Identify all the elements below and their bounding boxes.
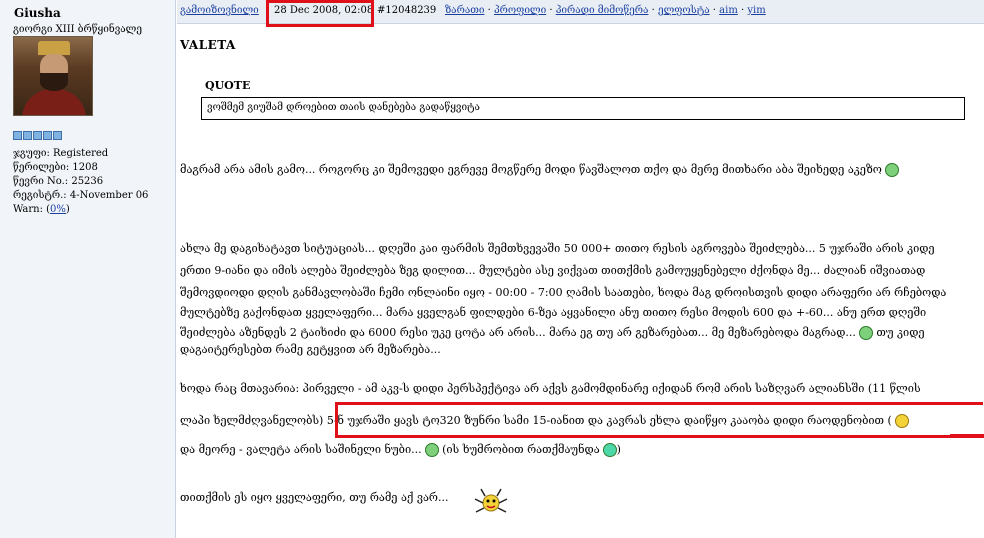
bug-smiley-icon <box>474 488 508 513</box>
author-stats: ჯგუფი: Registered წერილები: 1208 წევრი N… <box>13 147 148 217</box>
quote-box: ვოშმემ გიუშამ დროებით თაის დანებება გადა… <box>201 97 965 120</box>
post-para-line: შემოვდიოდი დღის განმავლობაში ჩემი ონლაინ… <box>180 286 947 299</box>
post-title: VALETA <box>180 38 236 52</box>
post-line-b2-start: ლაპი ხელმძღვანელობს) <box>180 414 324 427</box>
rating-pip <box>23 131 32 140</box>
rating-pip <box>53 131 62 140</box>
smile-icon <box>884 163 899 177</box>
warn-suffix: ) <box>65 204 70 215</box>
rating-pips <box>13 131 62 140</box>
author-registered: რეგისტრ.: 4-November 06 <box>13 190 149 201</box>
private-message-link[interactable]: პირადი მიმოწერა <box>556 5 649 16</box>
post-para-tail: თუ კიდე <box>876 326 925 339</box>
aim-link[interactable]: aim <box>719 5 738 16</box>
author-profile-panel: Giusha გიორგი XIII ბრწყინვალე ჯგუფი: Reg… <box>0 0 176 538</box>
rating-pip <box>13 131 22 140</box>
post-line-1: მაგრამ არა ამის გამო... როგორც კი შემოვე… <box>180 163 899 177</box>
profile-link[interactable]: პროფილი <box>494 5 546 16</box>
warn-link[interactable]: 0% <box>50 204 66 215</box>
post-id[interactable]: #12048239 <box>377 5 436 16</box>
post-action-links: ზარათი · პროფილი · პირადი მიმოწერა · ელფ… <box>445 5 766 16</box>
post-line-b3: და მეორე - ვალეტა არის საშინელი ნუბი... … <box>180 443 621 457</box>
post-para-line: შეიძლება აზენდეს 2 ტაიხიძი და 6000 რესი … <box>180 326 925 340</box>
text-highlight-box <box>335 402 983 438</box>
smile-icon <box>602 443 617 457</box>
smile-icon <box>858 326 873 340</box>
post-para-line: ერთი 9-იანი და იმის ალება შეიძლება ზეგ დ… <box>180 264 926 277</box>
report-link[interactable]: ზარათი <box>445 5 484 16</box>
quote-label: QUOTE <box>205 79 251 92</box>
avatar <box>13 36 93 116</box>
warn-prefix: Warn: ( <box>13 204 51 215</box>
post-para-line: ახლა მე დაგიხატავთ სიტუაციას... დღეში კა… <box>180 242 935 255</box>
yim-link[interactable]: yim <box>747 5 765 16</box>
text-highlight-box-bottom <box>950 434 984 438</box>
ignore-link[interactable]: გამოიზოვნილი <box>180 5 259 16</box>
post-line-last: თითქმის ეს იყო ყველაფერი, თუ რამე აქ ვარ… <box>180 491 449 504</box>
rating-pip <box>43 131 52 140</box>
author-member-no: წევრი No.: 25236 <box>13 176 104 187</box>
author-group: ჯგუფი: Registered <box>13 148 109 159</box>
post-line-b3-text: და მეორე - ვალეტა არის საშინელი ნუბი... <box>180 443 422 456</box>
smile-icon <box>424 443 439 457</box>
rating-pip <box>33 131 42 140</box>
author-title: გიორგი XIII ბრწყინვალე <box>13 24 142 35</box>
author-posts: წერილები: 1208 <box>13 162 98 173</box>
post-line-b3-paren: (ის ხუმრობით რათქმაუნდა <box>442 443 600 456</box>
post-para-text: შეიძლება აზენდეს 2 ტაიხიძი და 6000 რესი … <box>180 326 856 339</box>
post-line-1-text: მაგრამ არა ამის გამო... როგორც კი შემოვე… <box>180 163 882 176</box>
author-warn: Warn: (0%) <box>13 203 148 217</box>
post-line-b3-close: ) <box>616 443 621 456</box>
email-link[interactable]: ელფოსტა <box>658 5 710 16</box>
date-highlight-box <box>266 0 374 27</box>
author-username[interactable]: Giusha <box>14 6 61 20</box>
post-para-line: დაგაიტერესებთ რამე გეტყვით არ მეზარება..… <box>180 343 441 356</box>
post-para-line: მულტებზე გაქონდათ ყველაფერი... მარა ყველ… <box>180 306 927 319</box>
post-line-b1: ხოდა რაც მთავარია: პირველი - ამ აკვ-ს დი… <box>180 382 921 395</box>
